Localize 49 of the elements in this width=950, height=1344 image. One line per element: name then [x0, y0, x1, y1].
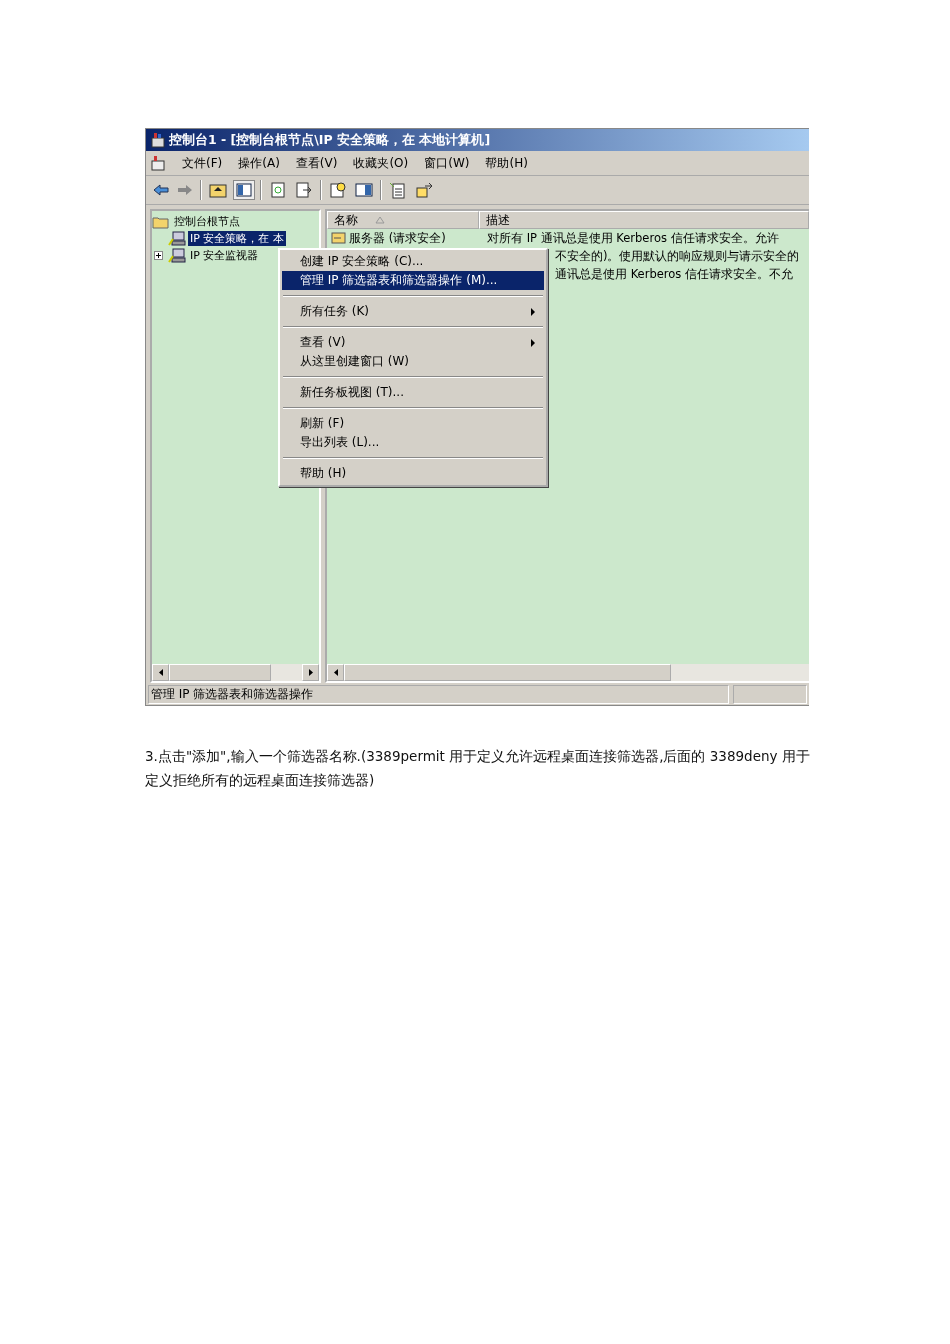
- console-icon: [150, 132, 166, 148]
- context-menu-item[interactable]: 刷新 (F): [282, 414, 544, 433]
- menu-item[interactable]: 文件(F): [182, 154, 223, 172]
- window-title: 控制台1 - [控制台根节点\IP 安全策略，在 本地计算机]: [169, 131, 491, 149]
- context-menu-item[interactable]: 管理 IP 筛选器表和筛选器操作 (M)...: [282, 271, 544, 290]
- panel-icon[interactable]: [354, 181, 374, 199]
- scroll-left-arrow-icon[interactable]: [333, 669, 338, 676]
- panel-icon[interactable]: [234, 181, 254, 199]
- context-menu-item[interactable]: 创建 IP 安全策略 (C)...: [282, 252, 544, 271]
- tree-item[interactable]: 控制台根节点: [172, 214, 242, 229]
- console-icon: [150, 155, 166, 171]
- menu-item[interactable]: 帮助(H): [485, 154, 528, 172]
- back-arrow-icon[interactable]: [152, 182, 170, 198]
- context-menu-item[interactable]: 从这里创建窗口 (W): [282, 352, 544, 371]
- tree-item[interactable]: IP 安全策略，在 本: [188, 231, 286, 246]
- window-icon[interactable]: [414, 181, 434, 199]
- menu-item[interactable]: 窗口(W): [424, 154, 470, 172]
- policy-icon: [331, 231, 347, 245]
- horizontal-scrollbar[interactable]: [152, 664, 319, 681]
- column-header[interactable]: 名称: [327, 211, 479, 229]
- menu-item[interactable]: 收藏夹(O): [353, 154, 409, 172]
- context-menu-item[interactable]: 导出列表 (L)...: [282, 433, 544, 452]
- context-menu-item[interactable]: 帮助 (H): [282, 464, 544, 483]
- folder-icon: [152, 214, 170, 229]
- status-text: 管理 IP 筛选器表和筛选器操作: [148, 684, 729, 704]
- computer-icon: [168, 247, 186, 264]
- tree-item[interactable]: IP 安全监视器: [188, 248, 261, 263]
- export-icon[interactable]: [294, 181, 314, 199]
- sort-arrow-icon: [375, 216, 385, 224]
- horizontal-scrollbar[interactable]: [327, 664, 809, 681]
- caption-text: 3.点击"添加",输入一个筛选器名称.(3389permit 用于定义允许远程桌面连接筛选器,后面的 3389deny 用于定义拒绝所有的远程桌面连接筛选器): [145, 747, 810, 790]
- menu-item[interactable]: 操作(A): [238, 154, 280, 172]
- folder-up-icon[interactable]: [208, 181, 228, 199]
- context-menu-item[interactable]: 所有任务 (K): [282, 302, 544, 321]
- table-cell: 通讯总是使用 Kerberos 信任请求安全。不允: [555, 266, 793, 281]
- menu-item[interactable]: 查看(V): [295, 154, 338, 172]
- new-document-icon[interactable]: [388, 181, 408, 199]
- context-menu-item[interactable]: 新任务板视图 (T)...: [282, 383, 544, 402]
- table-cell: 对所有 IP 通讯总是使用 Kerberos 信任请求安全。允许: [487, 230, 779, 245]
- expand-icon[interactable]: [154, 251, 163, 260]
- table-cell: 服务器 (请求安全): [349, 230, 446, 246]
- computer-icon: [168, 230, 186, 247]
- scroll-left-arrow-icon[interactable]: [158, 669, 163, 676]
- context-menu-item[interactable]: 查看 (V): [282, 333, 544, 352]
- column-header[interactable]: 描述: [479, 211, 809, 229]
- table-cell: 不安全的)。使用默认的响应规则与请示安全的: [555, 248, 800, 263]
- refresh-icon[interactable]: [268, 181, 288, 199]
- help-icon[interactable]: [328, 181, 348, 199]
- scroll-right-arrow-icon[interactable]: [308, 669, 313, 676]
